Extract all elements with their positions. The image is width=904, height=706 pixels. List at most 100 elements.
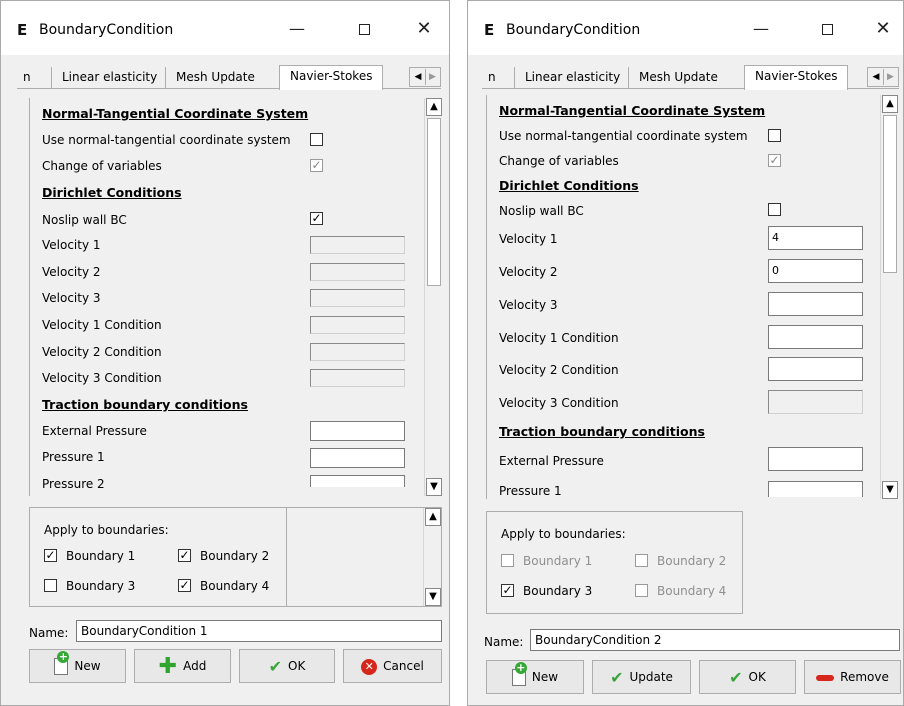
velocity3-condition-field[interactable]: [310, 369, 405, 387]
change-vars-checkbox[interactable]: ✓: [768, 154, 781, 167]
external-pressure-field[interactable]: [768, 447, 863, 471]
form-scrollbar[interactable]: ▲ ▼: [880, 95, 898, 499]
velocity1-condition-field[interactable]: [768, 325, 863, 349]
pressure1-field[interactable]: [310, 448, 405, 468]
scroll-down-icon[interactable]: ▼: [426, 478, 442, 496]
check-icon: ✔: [610, 667, 624, 687]
traction-heading: Traction boundary conditions: [42, 397, 248, 412]
tab-scroll-left-icon[interactable]: ◀: [411, 69, 425, 85]
update-button-label: Update: [629, 670, 673, 684]
tab-scroll-buttons: ◀ ▶: [409, 67, 441, 87]
tab-scroll-right-icon[interactable]: ▶: [425, 69, 439, 85]
maximize-button[interactable]: [804, 11, 850, 47]
pressure1-field[interactable]: [768, 481, 863, 497]
boundary-1-checkbox[interactable]: [501, 554, 514, 567]
boundary-2-label: Boundary 2: [200, 549, 270, 563]
velocity2-condition-field[interactable]: [310, 343, 405, 361]
boundary-3-checkbox[interactable]: [44, 579, 57, 592]
velocity2-field[interactable]: 0: [768, 259, 863, 283]
boundary-3-label: Boundary 3: [66, 579, 136, 593]
velocity2-condition-label: Velocity 2 Condition: [499, 363, 619, 377]
settings-panel: Normal-Tangential Coordinate System Use …: [486, 95, 898, 499]
velocity2-condition-field[interactable]: [768, 357, 863, 381]
velocity3-condition-field[interactable]: [768, 390, 863, 414]
boundary-4-checkbox[interactable]: ✓: [178, 579, 191, 592]
velocity3-label: Velocity 3: [499, 298, 558, 312]
traction-heading: Traction boundary conditions: [499, 424, 705, 439]
scroll-up-icon[interactable]: ▲: [425, 508, 441, 526]
tab-mesh-update[interactable]: Mesh Update: [628, 67, 728, 89]
velocity1-condition-field[interactable]: [310, 316, 405, 334]
cancel-button[interactable]: ✕ Cancel: [343, 649, 442, 683]
velocity3-field[interactable]: [768, 292, 863, 316]
name-field[interactable]: BoundaryCondition 2: [530, 629, 900, 651]
noslip-checkbox[interactable]: [768, 203, 781, 216]
scroll-thumb[interactable]: [427, 118, 441, 286]
remove-button[interactable]: Remove: [804, 660, 901, 694]
ok-button[interactable]: ✔ OK: [699, 660, 796, 694]
change-vars-label: Change of variables: [42, 159, 162, 173]
tab-partial[interactable]: n: [482, 67, 506, 89]
velocity2-label: Velocity 2: [42, 265, 101, 279]
scroll-thumb[interactable]: [883, 115, 897, 273]
use-ntcs-checkbox[interactable]: [310, 133, 323, 146]
boundaries-scrollbar[interactable]: ▲ ▼: [423, 508, 441, 606]
close-button[interactable]: ✕: [860, 11, 904, 47]
name-label: Name:: [484, 635, 524, 649]
new-doc-icon: [54, 651, 70, 675]
maximize-button[interactable]: [341, 11, 387, 47]
ok-button-label: OK: [748, 670, 766, 684]
velocity3-field[interactable]: [310, 289, 405, 307]
boundary-1-checkbox[interactable]: ✓: [44, 549, 57, 562]
use-ntcs-checkbox[interactable]: [768, 129, 781, 142]
noslip-checkbox[interactable]: ✓: [310, 212, 323, 225]
name-field[interactable]: BoundaryCondition 1: [76, 620, 442, 642]
scroll-up-icon[interactable]: ▲: [882, 95, 898, 113]
tab-linear-elasticity[interactable]: Linear elasticity: [514, 67, 630, 89]
close-button[interactable]: ✕: [401, 11, 447, 47]
velocity1-field[interactable]: 4: [768, 226, 863, 250]
minimize-button[interactable]: —: [274, 11, 320, 47]
new-button[interactable]: New: [486, 660, 584, 694]
ok-button[interactable]: ✔ OK: [239, 649, 335, 683]
update-button[interactable]: ✔ Update: [592, 660, 691, 694]
tab-navier-stokes[interactable]: Navier-Stokes: [744, 65, 849, 90]
dirichlet-heading: Dirichlet Conditions: [499, 178, 639, 193]
tab-scroll-right-icon[interactable]: ▶: [883, 69, 897, 85]
tab-partial[interactable]: n: [17, 67, 41, 89]
scroll-down-icon[interactable]: ▼: [882, 481, 898, 499]
tab-linear-elasticity[interactable]: Linear elasticity: [51, 67, 167, 89]
velocity2-field[interactable]: [310, 263, 405, 281]
minimize-button[interactable]: —: [738, 11, 784, 47]
velocity1-label: Velocity 1: [499, 232, 558, 246]
tab-strip: n Linear elasticity Mesh Update Navier-S…: [482, 65, 899, 90]
boundary-4-checkbox[interactable]: [635, 584, 648, 597]
boundaries-group: Apply to boundaries: Boundary 1 Boundary…: [486, 511, 743, 614]
use-ntcs-label: Use normal-tangential coordinate system: [42, 133, 291, 147]
new-doc-icon: [511, 662, 527, 686]
tab-navier-stokes[interactable]: Navier-Stokes: [279, 65, 384, 90]
scroll-down-icon[interactable]: ▼: [425, 588, 441, 606]
velocity1-field[interactable]: [310, 236, 405, 254]
title-bar[interactable]: E BoundaryCondition — ✕: [468, 1, 903, 55]
boundary-4-label: Boundary 4: [200, 579, 270, 593]
apply-boundaries-label: Apply to boundaries:: [501, 527, 626, 541]
boundary-condition-window-1: E BoundaryCondition — ✕ n Linear elastic…: [0, 0, 450, 706]
add-button[interactable]: ✚ Add: [134, 649, 231, 683]
tab-scroll-left-icon[interactable]: ◀: [869, 69, 883, 85]
boundary-2-checkbox[interactable]: ✓: [178, 549, 191, 562]
change-vars-checkbox[interactable]: ✓: [310, 159, 323, 172]
external-pressure-label: External Pressure: [42, 424, 147, 438]
form-scrollbar[interactable]: ▲ ▼: [424, 98, 442, 496]
new-button[interactable]: New: [29, 649, 126, 683]
title-bar[interactable]: E BoundaryCondition — ✕: [1, 1, 449, 55]
scroll-up-icon[interactable]: ▲: [426, 98, 442, 116]
boundary-2-checkbox[interactable]: [635, 554, 648, 567]
boundary-3-checkbox[interactable]: ✓: [501, 584, 514, 597]
velocity3-label: Velocity 3: [42, 291, 101, 305]
tab-mesh-update[interactable]: Mesh Update: [165, 67, 265, 89]
boundary-3-label: Boundary 3: [523, 584, 593, 598]
pressure2-field[interactable]: [310, 475, 405, 487]
external-pressure-field[interactable]: [310, 421, 405, 441]
ok-button-label: OK: [288, 659, 306, 673]
